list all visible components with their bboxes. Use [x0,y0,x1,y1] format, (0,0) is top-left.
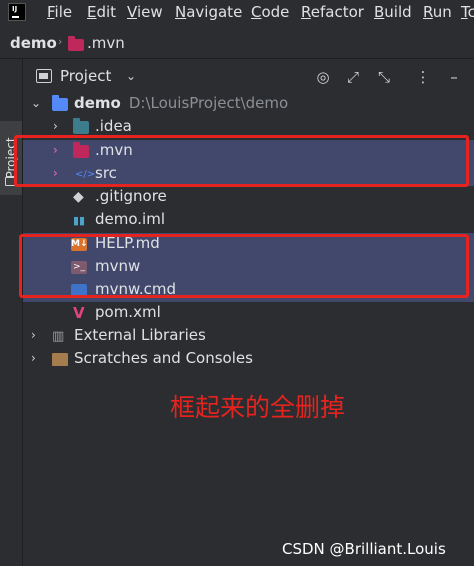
project-path: D:\LouisProject\demo [128,94,289,112]
tree-label-gitignore: .gitignore [95,187,167,205]
module-folder-icon [52,95,68,111]
menu-build[interactable]: Build [374,3,412,21]
tree-label-text: demo [74,94,121,112]
annotation-box-folders [14,135,469,187]
collapsed-arrow-icon[interactable]: › [53,119,58,133]
collapsed-arrow-icon[interactable]: › [31,328,36,342]
menu-edit[interactable]: Edit [87,3,116,21]
folder-icon [68,36,84,51]
menu-file[interactable]: File [47,3,72,21]
tree-label-demo-iml: demo.iml [95,210,165,228]
gitignore-file-icon: ◆ [73,189,84,205]
tree-row-external-libraries[interactable]: › ▥ External Libraries [23,325,474,348]
menu-navigate[interactable]: Navigate [175,3,242,21]
tree-row-scratches[interactable]: › Scratches and Consoles [23,348,474,371]
annotation-box-files [19,234,469,298]
menu-view[interactable]: View [127,3,163,21]
options-menu-icon[interactable]: ⋮ [412,66,434,88]
panel-title[interactable]: Project [60,67,111,85]
locate-icon[interactable]: ◎ [312,66,334,88]
project-icon [36,69,52,83]
menu-refactor[interactable]: Refactor [301,3,364,21]
breadcrumb-current[interactable]: .mvn [87,34,125,52]
chevron-down-icon[interactable]: ⌄ [126,69,136,83]
iml-file-icon: ▮▮ [73,214,86,227]
breadcrumb-root[interactable]: demo [10,34,57,52]
hide-panel-icon[interactable]: – [443,66,465,88]
tree-row-demo[interactable]: ⌄ demo D:\LouisProject\demo [23,93,474,116]
divider [0,58,474,59]
menu-bar: IJ File Edit View Navigate Code Refactor… [0,0,474,26]
maven-file-icon: V [73,304,85,322]
breadcrumb: demo › .mvn [0,30,474,58]
collapsed-arrow-icon[interactable]: › [31,351,36,365]
folder-icon [73,118,89,134]
tree-label-idea: .idea [95,117,132,135]
collapse-all-icon[interactable]: ⤡ [373,66,395,88]
breadcrumb-separator-icon: › [58,35,63,48]
tree-row-demo-iml[interactable]: ▮▮ demo.iml [23,209,474,232]
tree-row-pom-xml[interactable]: V pom.xml [23,302,474,325]
tree-row-gitignore[interactable]: ◆ .gitignore [23,186,474,209]
scratches-icon [52,353,68,366]
watermark: CSDN @Brilliant.Louis [282,540,446,558]
tree-label-demo: demo D:\LouisProject\demo [74,94,288,112]
menu-tools[interactable]: Tc [461,3,474,21]
tree-label-pom-xml: pom.xml [95,303,161,321]
menu-run[interactable]: Run [423,3,452,21]
menu-code[interactable]: Code [251,3,289,21]
project-panel-header: Project ⌄ ◎ ⤢ ⤡ ⋮ – [23,62,474,92]
expand-all-icon[interactable]: ⤢ [342,66,364,88]
annotation-text: 框起来的全删掉 [170,393,346,422]
expanded-arrow-icon[interactable]: ⌄ [31,96,41,110]
intellij-logo-icon[interactable]: IJ [8,3,26,21]
libraries-icon: ▥ [52,329,65,344]
tree-label-scratches: Scratches and Consoles [74,349,253,367]
tree-label-external-libraries: External Libraries [74,326,206,344]
